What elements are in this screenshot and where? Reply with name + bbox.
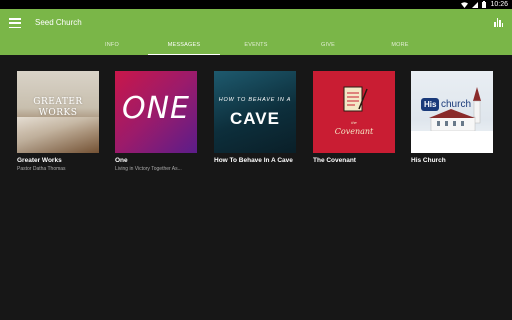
artwork-text: His <box>421 98 440 111</box>
menu-icon[interactable] <box>9 18 21 28</box>
series-title: The Covenant <box>313 157 356 164</box>
series-title: How To Behave In A Cave <box>214 157 293 164</box>
church-building-icon <box>411 87 493 153</box>
status-time: 10:26 <box>490 1 508 8</box>
artwork-text: GREATER <box>33 97 83 107</box>
tab-info[interactable]: INFO <box>85 38 139 55</box>
wifi-icon <box>461 1 469 8</box>
artwork-text: WORKS <box>38 108 78 118</box>
series-card-his-church[interactable]: His church His Church <box>411 71 493 166</box>
series-subtitle: Living in Victory Together As... <box>115 166 182 172</box>
series-artwork[interactable]: the Covenant <box>313 71 395 153</box>
tab-give[interactable]: GIVE <box>301 38 355 55</box>
app-title: Seed Church <box>35 18 82 27</box>
series-card-one[interactable]: ONE One Living in Victory Together As... <box>115 71 197 173</box>
series-card-cave[interactable]: HOW TO BEHAVE IN A CAVE How To Behave In… <box>214 71 296 166</box>
stats-icon[interactable] <box>494 18 503 27</box>
artwork-text: HOW TO BEHAVE IN A <box>218 97 292 103</box>
battery-icon <box>482 1 487 8</box>
series-subtitle: Pastor Datha Thomas <box>17 166 66 172</box>
tab-events[interactable]: EVENTS <box>229 38 283 55</box>
tab-messages[interactable]: MESSAGES <box>148 38 220 55</box>
series-artwork[interactable]: HOW TO BEHAVE IN A CAVE <box>214 71 296 153</box>
status-bar: 10:26 <box>0 0 512 9</box>
artwork-text: Covenant <box>334 127 374 136</box>
series-title: One <box>115 157 128 164</box>
series-card-greater-works[interactable]: GREATER WORKS Greater Works Pastor Datha… <box>17 71 99 173</box>
series-card-covenant[interactable]: the Covenant The Covenant <box>313 71 395 166</box>
status-icons: 10:26 <box>461 0 508 9</box>
scroll-icon <box>343 86 368 112</box>
series-title: Greater Works <box>17 157 62 164</box>
artwork-text: CAVE <box>230 109 280 128</box>
tab-bar: INFO MESSAGES EVENTS GIVE MORE <box>0 38 512 55</box>
series-artwork[interactable]: His church <box>411 71 493 153</box>
series-artwork[interactable]: ONE <box>115 71 197 153</box>
artwork-text: the <box>351 120 357 125</box>
artwork-text: church <box>441 99 472 110</box>
series-artwork[interactable]: GREATER WORKS <box>17 71 99 153</box>
artwork-text: ONE <box>121 91 190 126</box>
tab-more[interactable]: MORE <box>373 38 427 55</box>
series-title: His Church <box>411 157 446 164</box>
cell-signal-icon <box>472 1 479 8</box>
